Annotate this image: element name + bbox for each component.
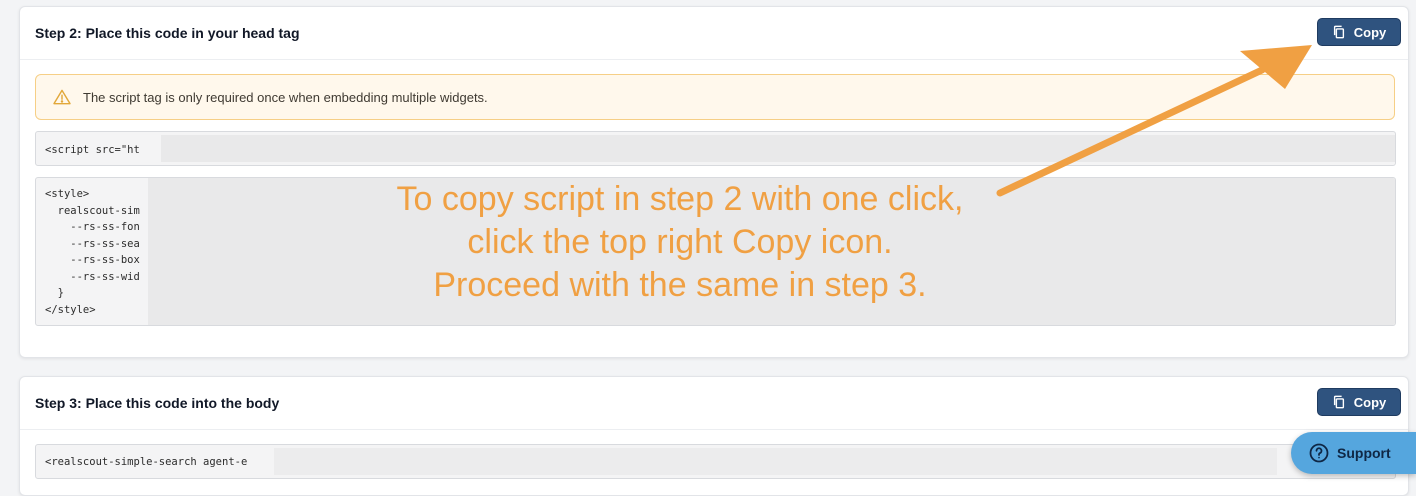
step2-header: Step 2: Place this code in your head tag… — [20, 7, 1408, 60]
annotation-text: To copy script in step 2 with one click,… — [300, 178, 1060, 307]
info-alert: The script tag is only required once whe… — [35, 74, 1395, 120]
step3-copy-label: Copy — [1353, 394, 1387, 410]
body-code-block[interactable]: <realscout-simple-search agent-e — [35, 444, 1396, 479]
step3-copy-button[interactable]: Copy — [1317, 388, 1401, 416]
step3-card: Step 3: Place this code into the body Co… — [19, 376, 1409, 496]
step3-title: Step 3: Place this code into the body — [35, 395, 280, 411]
step2-title: Step 2: Place this code in your head tag — [35, 25, 300, 41]
warning-icon — [53, 89, 71, 105]
step2-copy-button[interactable]: Copy — [1317, 18, 1401, 46]
step3-header: Step 3: Place this code into the body Co… — [20, 377, 1408, 430]
body-code-text: <realscout-simple-search agent-e — [45, 456, 248, 468]
script-code-text: <script src="ht — [45, 144, 140, 156]
copy-icon — [1333, 395, 1344, 409]
support-button[interactable]: Support — [1291, 432, 1416, 474]
annotation-line-2: click the top right Copy icon. — [467, 223, 893, 261]
alert-text: The script tag is only required once whe… — [83, 89, 488, 105]
help-circle-icon — [1309, 443, 1329, 463]
annotation-line-3: Proceed with the same in step 3. — [433, 266, 927, 304]
copy-icon — [1333, 25, 1344, 39]
support-label: Support — [1337, 445, 1391, 461]
script-code-block[interactable]: <script src="ht — [35, 131, 1396, 166]
step2-copy-label: Copy — [1353, 24, 1387, 40]
annotation-line-1: To copy script in step 2 with one click, — [396, 180, 964, 218]
